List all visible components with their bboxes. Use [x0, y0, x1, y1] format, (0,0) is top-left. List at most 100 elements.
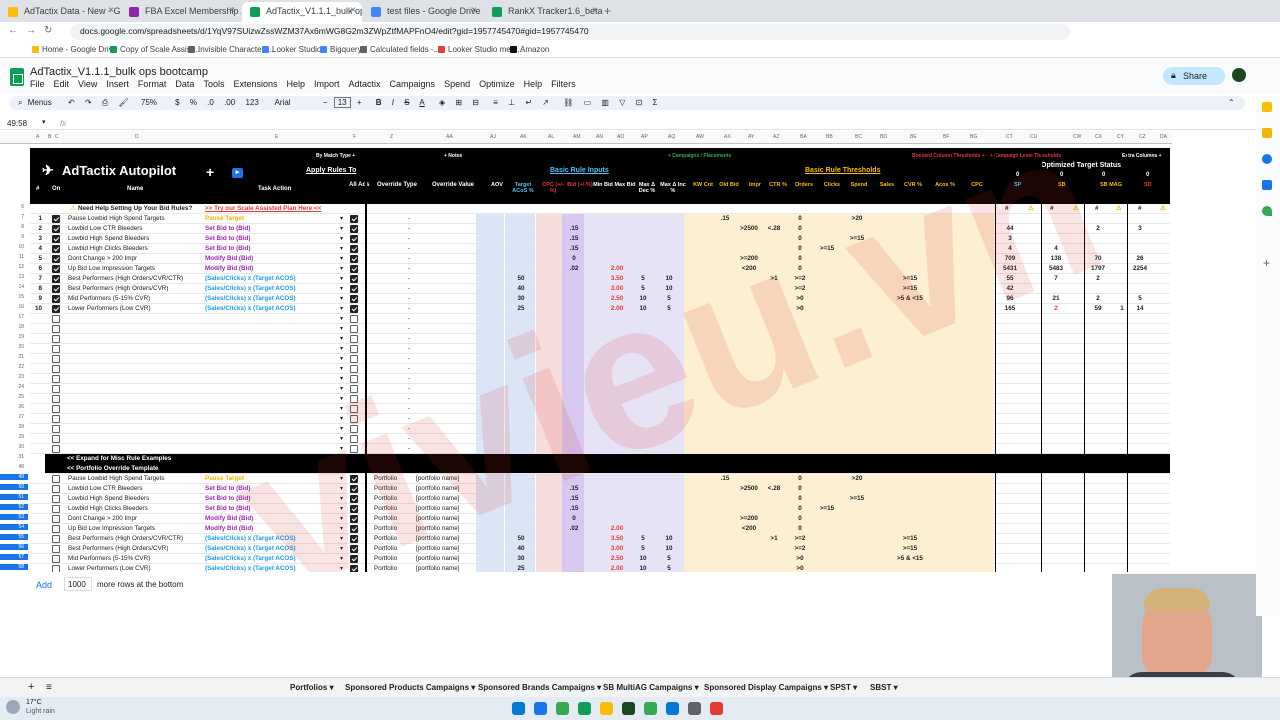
override-type[interactable]: Portfolio — [374, 514, 404, 524]
spend[interactable] — [845, 484, 869, 494]
sheets-icon[interactable] — [644, 702, 657, 715]
dropdown-icon[interactable]: ▾ — [340, 274, 346, 284]
back-icon[interactable]: ← — [8, 25, 18, 36]
max-dec[interactable] — [636, 504, 650, 514]
status-count[interactable] — [1046, 234, 1066, 244]
ctr[interactable] — [764, 494, 784, 504]
edge-icon[interactable] — [556, 702, 569, 715]
override-type[interactable]: Portfolio — [374, 534, 404, 544]
link-icon[interactable]: ⛓︎ — [563, 98, 573, 107]
impr[interactable] — [736, 504, 762, 514]
rule-on-checkbox[interactable] — [52, 405, 60, 413]
add-rule-button[interactable]: + — [206, 164, 214, 180]
excel-icon[interactable] — [578, 702, 591, 715]
spend[interactable] — [845, 514, 869, 524]
comment-icon[interactable]: ▭ — [584, 98, 592, 107]
status-count[interactable]: 44 — [1000, 224, 1020, 234]
max-inc[interactable]: 10 — [662, 284, 676, 294]
target-acos[interactable] — [512, 484, 530, 494]
max-bid[interactable]: 2.00 — [607, 304, 627, 314]
bid-value[interactable] — [566, 474, 582, 484]
target-acos[interactable] — [512, 254, 530, 264]
menu-item[interactable]: Campaigns — [390, 79, 436, 89]
rule-number[interactable]: 9 — [32, 294, 42, 304]
spend[interactable] — [845, 274, 869, 284]
status-count[interactable]: 1797 — [1088, 264, 1108, 274]
rule-on-checkbox[interactable] — [52, 315, 60, 323]
merge-icon[interactable]: ⊟ — [472, 98, 479, 107]
add-on-icon[interactable]: + — [1263, 256, 1270, 270]
ctr[interactable] — [764, 294, 784, 304]
old-bid[interactable]: .15 — [716, 214, 734, 224]
old-bid[interactable] — [716, 284, 734, 294]
rule-name[interactable]: Lowbid High Spend Bleeders — [68, 234, 203, 244]
row-number[interactable]: 51 — [0, 494, 28, 500]
impr[interactable] — [736, 234, 762, 244]
status-count[interactable] — [1000, 214, 1020, 224]
dropdown-icon[interactable]: ▾ — [340, 564, 346, 572]
cvr[interactable] — [892, 304, 928, 314]
max-inc[interactable]: 5 — [662, 564, 676, 572]
font-select[interactable]: Arial — [275, 98, 291, 107]
spreadsheet-grid[interactable]: A B C D E F Z AA AJ AK AL AM AN AO AP AQ AW AX AY AZ BA BB BC B… — [0, 131, 1172, 572]
row-number[interactable]: 24 — [0, 384, 28, 390]
max-dec[interactable]: 10 — [636, 564, 650, 572]
dropdown-icon[interactable]: ▾ — [340, 444, 346, 454]
rule-on-checkbox[interactable] — [52, 275, 60, 283]
max-bid[interactable] — [607, 504, 627, 514]
row-number[interactable]: 20 — [0, 344, 28, 350]
clicks[interactable] — [814, 234, 840, 244]
task-action[interactable]: Modify Bid (Bid) — [205, 264, 340, 274]
ctr[interactable] — [764, 264, 784, 274]
status-count[interactable] — [1088, 234, 1108, 244]
row-number[interactable]: 57 — [0, 554, 28, 560]
override-value[interactable]: [portfolio name] — [416, 554, 476, 564]
rule-name[interactable]: Pause Lowbid High Spend Targets — [68, 474, 203, 484]
menus-search[interactable]: Menus — [28, 98, 52, 107]
dropdown-icon[interactable]: ▾ — [340, 374, 346, 384]
status-count[interactable]: 2 — [1088, 224, 1108, 234]
ctr[interactable] — [764, 514, 784, 524]
text-color-button[interactable]: A — [419, 98, 424, 107]
max-inc[interactable]: 5 — [662, 294, 676, 304]
all-ads-checkbox[interactable] — [350, 315, 358, 323]
row-number[interactable]: 56 — [0, 544, 28, 550]
clicks[interactable] — [814, 564, 840, 572]
all-ads-checkbox[interactable] — [350, 535, 358, 543]
bid-value[interactable]: .02 — [566, 264, 582, 274]
menu-item[interactable]: Tools — [203, 79, 224, 89]
impr[interactable] — [736, 554, 762, 564]
status-count[interactable]: 165 — [1000, 304, 1020, 314]
new-tab-button[interactable]: + — [604, 4, 611, 18]
bid-value[interactable]: 0 — [566, 514, 582, 524]
impr[interactable] — [736, 564, 762, 572]
column-letter[interactable]: CX — [1095, 134, 1102, 140]
row-number[interactable]: 11 — [0, 254, 28, 260]
max-bid[interactable] — [607, 494, 627, 504]
borders-icon[interactable]: ⊞ — [455, 98, 462, 107]
orders[interactable]: 0 — [790, 214, 810, 224]
browser-tab[interactable]: RankX Tracker1.6_beta 11.12.2× — [484, 2, 604, 22]
status-count[interactable]: 96 — [1000, 294, 1020, 304]
clicks[interactable] — [814, 494, 840, 504]
orders[interactable]: 0 — [790, 504, 810, 514]
rule-name[interactable]: Best Performers (High Orders/CVR/CTR) — [68, 534, 203, 544]
dropdown-icon[interactable]: ▾ — [340, 344, 346, 354]
add-rows-count-input[interactable]: 1000 — [64, 577, 92, 591]
max-bid[interactable]: 2.50 — [607, 554, 627, 564]
cvr[interactable] — [892, 524, 928, 534]
max-dec[interactable] — [636, 244, 650, 254]
old-bid[interactable] — [716, 544, 734, 554]
clicks[interactable] — [814, 514, 840, 524]
max-bid[interactable] — [607, 474, 627, 484]
max-inc[interactable] — [662, 484, 676, 494]
bid-value[interactable]: .15 — [566, 234, 582, 244]
target-acos[interactable] — [512, 514, 530, 524]
all-ads-checkbox[interactable] — [350, 265, 358, 273]
print-icon[interactable]: ⎙ — [102, 98, 108, 107]
sheet-tab-dropdown-icon[interactable]: ▾ — [692, 683, 699, 692]
override-type[interactable]: Portfolio — [374, 484, 404, 494]
currency-button[interactable]: $ — [175, 98, 179, 107]
valign-icon[interactable]: ⊥ — [508, 98, 515, 107]
status-count[interactable]: 5431 — [1000, 264, 1020, 274]
